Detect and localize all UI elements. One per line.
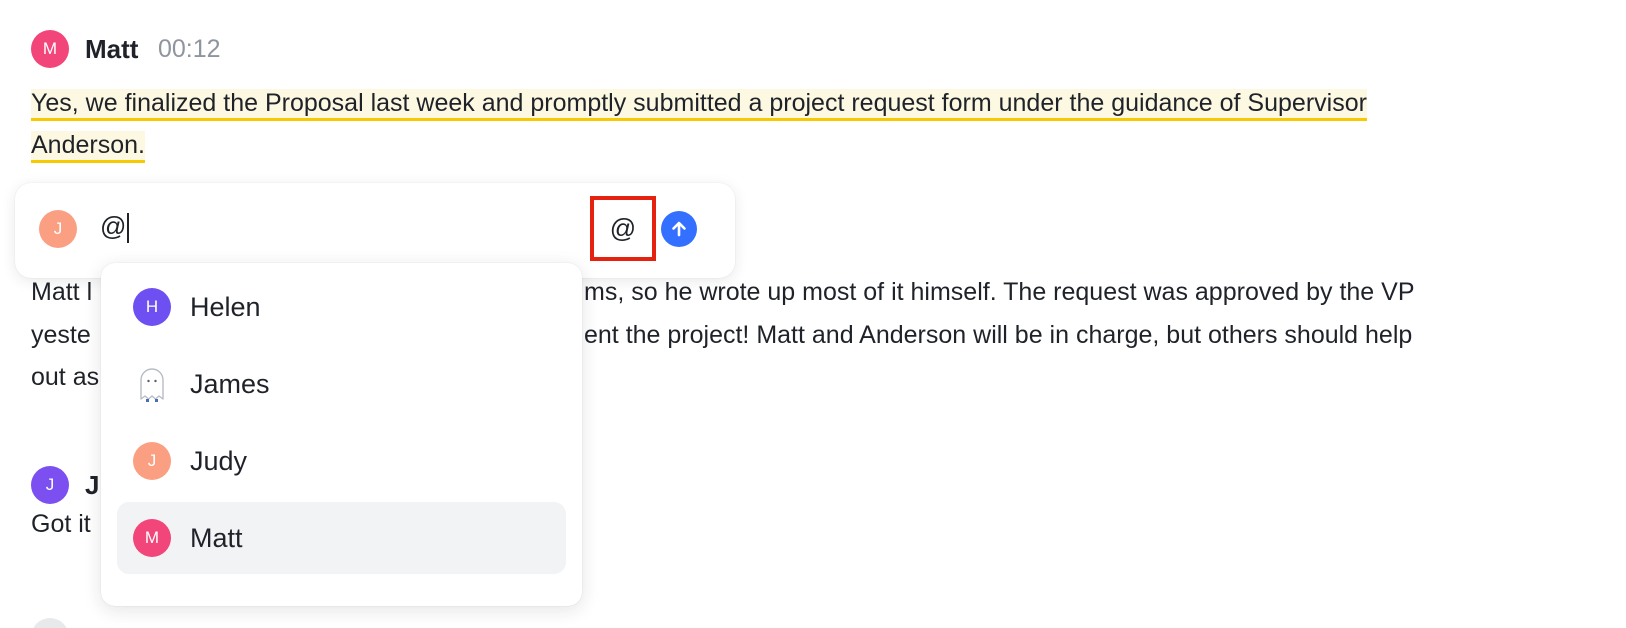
mention-option-label: Judy bbox=[190, 446, 248, 476]
message-author[interactable]: Matt bbox=[85, 34, 138, 65]
highlighted-text[interactable]: Yes, we finalized the Proposal last week… bbox=[31, 89, 1367, 121]
message-body: yeste bbox=[31, 321, 91, 349]
mention-option-label: Matt bbox=[190, 523, 243, 553]
mention-dropdown: H Helen James J Judy M Matt bbox=[101, 263, 582, 606]
mention-option-label: James bbox=[190, 369, 270, 399]
message-body: Yes, we finalized the Proposal last week… bbox=[31, 81, 1591, 125]
message-author[interactable]: J bbox=[85, 470, 99, 501]
ghost-icon bbox=[133, 365, 171, 403]
message-body: out as bbox=[31, 363, 100, 391]
arrow-up-icon bbox=[672, 221, 686, 237]
avatar: H bbox=[133, 288, 171, 326]
avatar-matt[interactable]: M bbox=[31, 30, 69, 68]
mention-option-james[interactable]: James bbox=[117, 348, 566, 420]
avatar-user[interactable]: J bbox=[31, 466, 69, 504]
message-body: Got it bbox=[31, 510, 91, 538]
mention-option-judy[interactable]: J Judy bbox=[117, 425, 566, 497]
next-message-avatar bbox=[31, 618, 69, 628]
text-caret bbox=[127, 213, 130, 244]
composer-avatar: J bbox=[39, 210, 77, 248]
mention-option-helen[interactable]: H Helen bbox=[117, 271, 566, 343]
mention-button[interactable]: @ bbox=[590, 196, 656, 261]
avatar: M bbox=[133, 519, 171, 557]
highlighted-text[interactable]: Anderson. bbox=[31, 131, 145, 163]
message-body-line2: Anderson. bbox=[31, 123, 145, 167]
at-sign-icon: @ bbox=[609, 213, 637, 243]
send-button[interactable] bbox=[661, 211, 697, 247]
reply-input[interactable]: @ bbox=[100, 211, 130, 244]
mention-option-matt[interactable]: M Matt bbox=[117, 502, 566, 574]
chat-thread: M Matt 00:12 Yes, we finalized the Propo… bbox=[0, 0, 1626, 628]
avatar: J bbox=[133, 442, 171, 480]
message-time: 00:12 bbox=[158, 35, 221, 63]
message-body: ent the project! Matt and Anderson will … bbox=[584, 321, 1413, 349]
mention-option-label: Helen bbox=[190, 292, 261, 322]
